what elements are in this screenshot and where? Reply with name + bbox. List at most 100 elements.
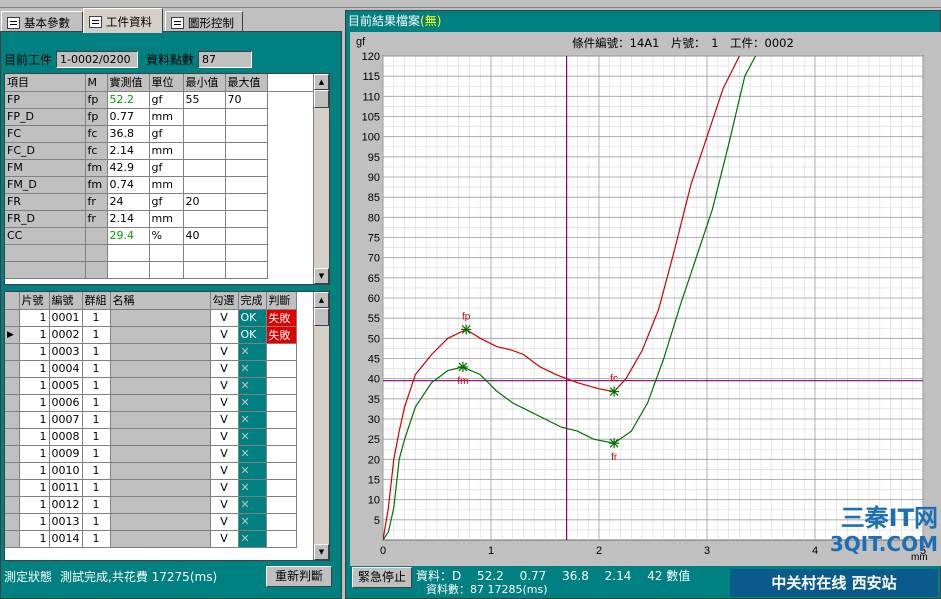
scroll-down-icon[interactable]: ▼ [314, 544, 329, 560]
piece-code-cell: 0011 [49, 479, 83, 497]
piece-done-cell: ✕ [238, 360, 267, 378]
col-m: M [85, 74, 108, 92]
list-icon [7, 17, 20, 29]
piece-row[interactable]: 1 0003 1 V ✕ [5, 343, 297, 361]
piece-num-cell: 1 [19, 530, 50, 548]
piece-done-cell: ✕ [238, 411, 267, 429]
piece-name-cell [110, 428, 211, 446]
y-tick-label: 45 [368, 354, 380, 366]
piece-scrollbar[interactable]: ▲ ▼ [313, 292, 329, 560]
tab-basic-params[interactable]: 基本參數 [1, 11, 83, 32]
param-unit-cell: gf [149, 159, 184, 177]
piece-row[interactable]: 1 0012 1 V ✕ [5, 496, 297, 514]
param-blank-cell [267, 125, 315, 142]
piece-num-cell: 1 [19, 462, 50, 480]
piece-row[interactable]: 1 0001 1 V OK 失敗 [5, 309, 297, 327]
piece-row[interactable]: 1 0004 1 V ✕ [5, 360, 297, 378]
param-row[interactable]: CC 29.4% 40 [5, 227, 315, 245]
param-row[interactable]: FC_D fc 2.14 mm [5, 142, 315, 160]
piece-grid[interactable]: 片號 編號 群組 名稱 勾選 完成 判斷 1 0001 1 V OK 失敗 ▶ 1 0002 1 V… [4, 291, 330, 561]
marker-label-fr: fr [611, 452, 618, 463]
scroll-thumb[interactable] [314, 308, 329, 326]
piece-row[interactable]: 1 0010 1 V ✕ [5, 462, 297, 480]
row-indicator[interactable] [5, 360, 20, 378]
y-axis-label: gf [356, 36, 366, 48]
param-value-cell: 29.4 [107, 227, 150, 245]
param-row[interactable]: FR fr 24 gf 20 [5, 193, 315, 211]
y-tick-label: 60 [368, 293, 380, 305]
param-m-cell: fc [85, 125, 108, 143]
piece-name-cell [110, 530, 211, 548]
scroll-up-icon[interactable]: ▲ [314, 292, 329, 308]
piece-row[interactable]: ▶ 1 0002 1 V OK 失敗 [5, 326, 297, 344]
param-row[interactable]: FC fc 36.8 gf [5, 125, 315, 143]
row-indicator[interactable] [5, 462, 20, 480]
param-grid[interactable]: 項目 M 實測值 單位 最小值 最大值 FP fp 52.2 gf 55 70 FP_D fp… [4, 73, 330, 285]
current-row-arrow-icon[interactable]: ▶ [5, 326, 20, 344]
row-indicator[interactable] [5, 411, 20, 429]
param-row[interactable]: FM_D fm 0.74 mm [5, 176, 315, 194]
scroll-down-icon[interactable]: ▼ [314, 268, 329, 284]
piece-code-cell: 0013 [49, 513, 83, 531]
piece-row[interactable]: 1 0005 1 V ✕ [5, 377, 297, 395]
x-tick-label: 1 [488, 545, 494, 557]
col-unit: 單位 [149, 74, 184, 92]
top-strip [0, 0, 941, 8]
row-indicator[interactable] [5, 309, 20, 327]
row-indicator[interactable] [5, 530, 20, 548]
piece-check-cell: V [210, 377, 239, 395]
param-max-cell [225, 210, 268, 228]
param-min-cell: 55 [183, 91, 226, 109]
piece-row[interactable]: 1 0007 1 V ✕ [5, 411, 297, 429]
piece-row[interactable]: 1 0009 1 V ✕ [5, 445, 297, 463]
piece-code-cell: 0005 [49, 377, 83, 395]
param-row[interactable]: FM fm 42.9 gf [5, 159, 315, 177]
emergency-stop-button[interactable]: 緊急停止 [352, 567, 412, 588]
param-blank-cell [267, 227, 315, 244]
piece-row[interactable]: 1 0006 1 V ✕ [5, 394, 297, 412]
param-min-cell [183, 210, 226, 228]
col-min: 最小值 [183, 74, 226, 92]
piece-group-cell: 1 [82, 377, 111, 395]
col-indicator [5, 292, 20, 310]
row-indicator[interactable] [5, 513, 20, 531]
piece-row[interactable]: 1 0008 1 V ✕ [5, 428, 297, 446]
tab-work-data[interactable]: 工件資料 [83, 8, 163, 33]
piece-code-cell: 0010 [49, 462, 83, 480]
piece-code-cell: 0006 [49, 394, 83, 412]
scroll-thumb[interactable] [314, 90, 329, 108]
status-text: 測試完成,共花費 17275(ms) [60, 569, 218, 584]
piece-row[interactable]: 1 0011 1 V ✕ [5, 479, 297, 497]
row-indicator[interactable] [5, 343, 20, 361]
param-empty-cell [107, 244, 150, 262]
param-max-cell: 70 [225, 91, 268, 109]
param-value-cell: 52.2 [107, 91, 150, 109]
row-indicator[interactable] [5, 377, 20, 395]
watermark-bottom: 中关村在线 西安站 [730, 569, 938, 597]
piece-row[interactable]: 1 0013 1 V ✕ [5, 513, 297, 531]
param-scrollbar[interactable]: ▲ ▼ [313, 74, 329, 284]
row-indicator[interactable] [5, 428, 20, 446]
row-indicator[interactable] [5, 479, 20, 497]
param-max-cell [225, 227, 268, 245]
piece-group-cell: 1 [82, 530, 111, 548]
force-curve-chart: 5101520253035404550556065707580859095100… [356, 36, 928, 563]
param-row[interactable]: FR_D fr 2.14 mm [5, 210, 315, 228]
result-file-suffix: (無) [420, 14, 442, 28]
piece-check-cell: V [210, 513, 239, 531]
piece-code-cell: 0001 [49, 309, 83, 327]
row-indicator[interactable] [5, 445, 20, 463]
piece-name-cell [110, 394, 211, 412]
row-indicator[interactable] [5, 496, 20, 514]
scroll-up-icon[interactable]: ▲ [314, 74, 329, 90]
piece-group-cell: 1 [82, 394, 111, 412]
param-m-cell: fm [85, 176, 108, 194]
param-row[interactable]: FP fp 52.2 gf 55 70 [5, 91, 315, 109]
piece-num-cell: 1 [19, 343, 50, 361]
piece-row[interactable]: 1 0014 1 V ✕ [5, 530, 297, 548]
param-row[interactable]: FP_D fp 0.77 mm [5, 108, 315, 126]
rejudge-button[interactable]: 重新判斷 [266, 566, 332, 587]
tab-graph-control[interactable]: 圖形控制 [165, 11, 243, 32]
row-indicator[interactable] [5, 394, 20, 412]
data-points-field: 87 [198, 50, 253, 68]
